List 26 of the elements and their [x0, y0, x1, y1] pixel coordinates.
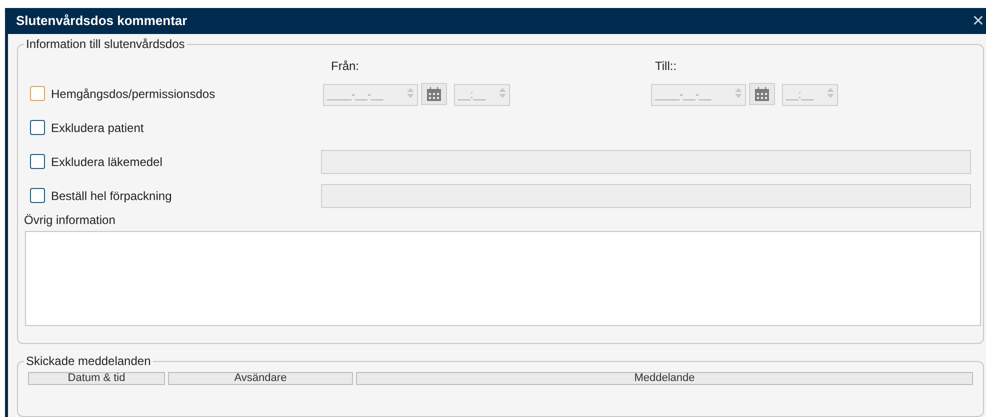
- to-label: Till::: [655, 58, 677, 74]
- calendar-button[interactable]: [421, 82, 447, 104]
- checkbox[interactable]: [30, 120, 45, 135]
- checkbox-label: Beställ hel förpackning: [51, 188, 172, 204]
- other-info-label: Övrig information: [24, 212, 116, 228]
- from-label: Från:: [331, 58, 360, 74]
- column-header[interactable]: Datum & tid: [28, 372, 165, 386]
- close-button[interactable]: ×: [972, 10, 984, 31]
- checkbox-label: Exkludera läkemedel: [51, 154, 162, 170]
- column-header[interactable]: Avsändare: [168, 372, 353, 386]
- text-area[interactable]: [25, 230, 981, 326]
- column-header[interactable]: Meddelande: [356, 372, 973, 386]
- calendar-icon: [754, 86, 770, 102]
- calendar-button[interactable]: [749, 82, 775, 104]
- checkbox[interactable]: [30, 188, 45, 203]
- group-title: Information till slutenvårdsdos: [24, 36, 187, 52]
- spinner-icon[interactable]: [735, 86, 742, 98]
- spinner-icon[interactable]: [407, 86, 414, 98]
- spinner-icon[interactable]: [499, 86, 506, 98]
- calendar-icon: [426, 86, 442, 102]
- checkbox[interactable]: [30, 154, 45, 169]
- spinner-icon[interactable]: [827, 86, 834, 98]
- checkbox[interactable]: [30, 86, 45, 101]
- checkbox-label: Exkludera patient: [51, 120, 144, 136]
- window-title: Slutenvårdsdos kommentar: [16, 12, 188, 30]
- checkbox-label: Hemgångsdos/permissionsdos: [51, 86, 216, 102]
